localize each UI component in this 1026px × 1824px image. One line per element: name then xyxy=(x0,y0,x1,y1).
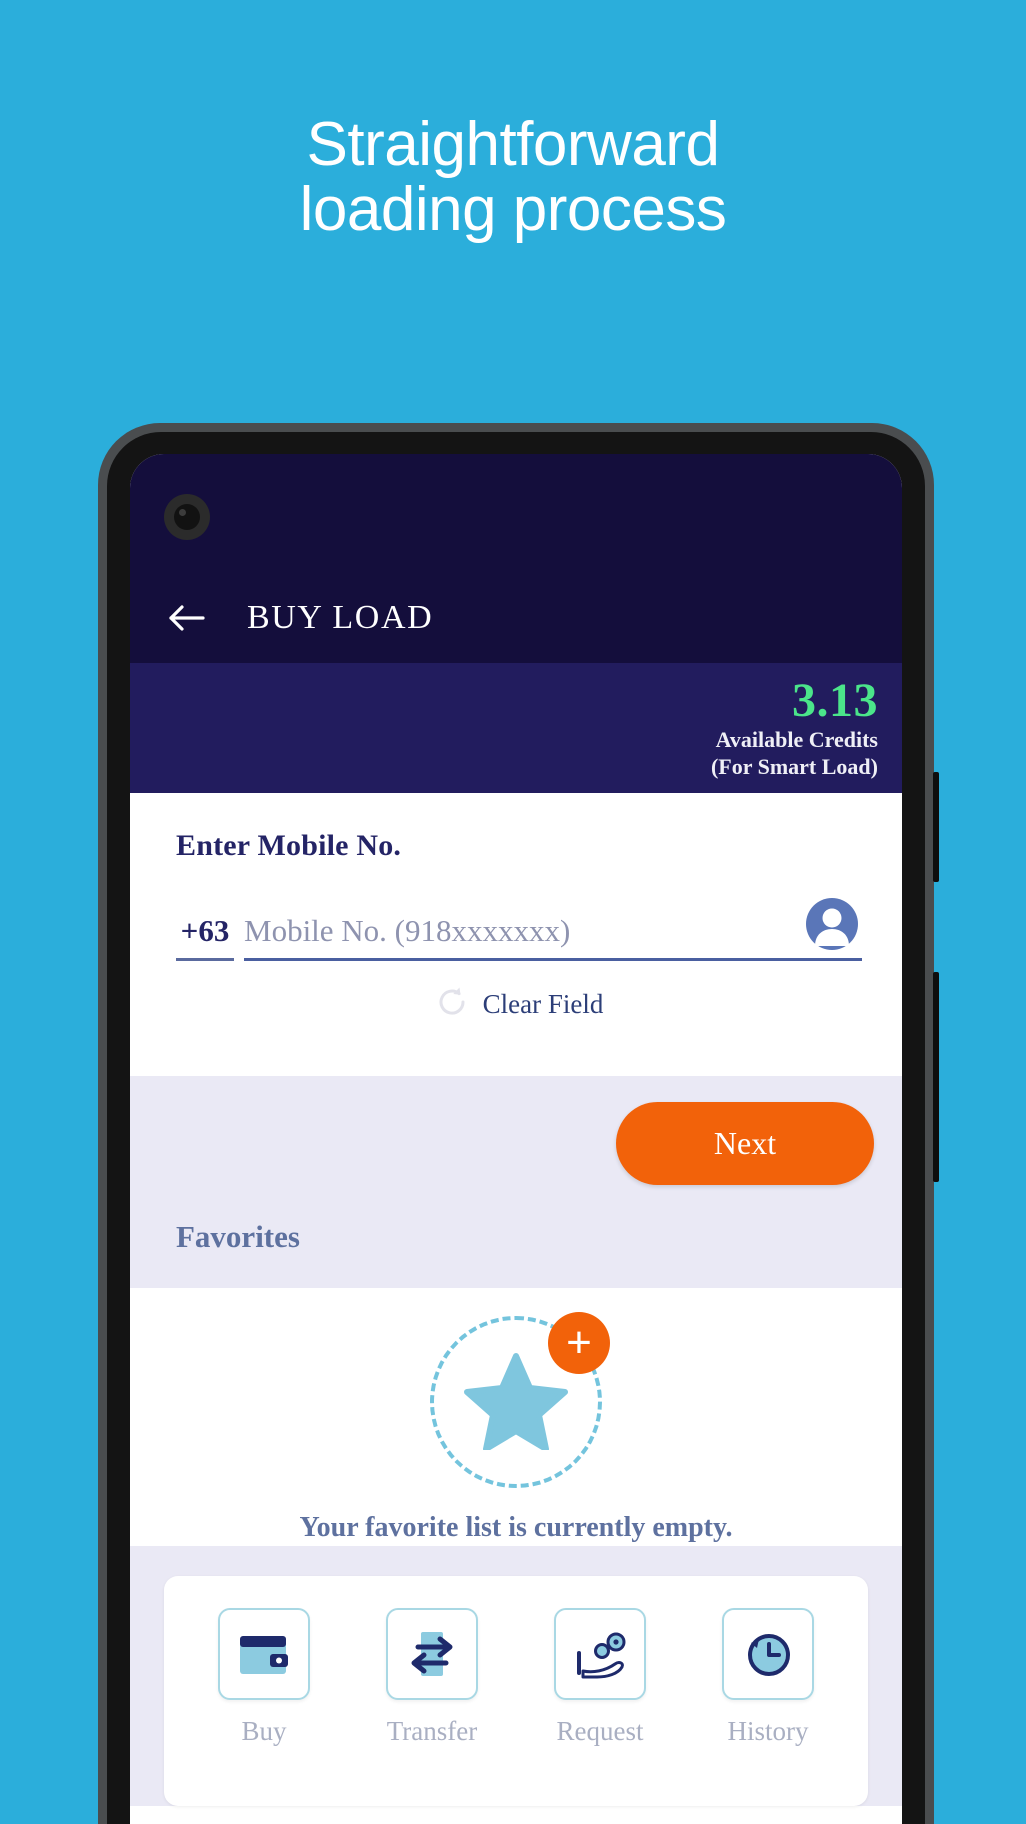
promo-headline-line2: loading process xyxy=(299,175,727,245)
transfer-arrows-icon xyxy=(386,1608,478,1700)
clear-field-label: Clear Field xyxy=(482,988,604,1019)
favorites-placeholder: + xyxy=(430,1312,610,1488)
nav-label-history: History xyxy=(727,1716,809,1746)
favorites-empty-text: Your favorite list is currently empty. xyxy=(299,1512,733,1543)
front-camera-icon xyxy=(164,494,210,540)
promo-headline-line1: Straightforward xyxy=(306,110,720,179)
mobile-number-input[interactable] xyxy=(244,913,862,949)
star-icon xyxy=(464,1350,568,1454)
app-bar: BUY LOAD xyxy=(130,572,902,663)
camera-lens xyxy=(174,504,200,530)
country-code-prefix: +63 xyxy=(176,913,234,961)
status-bar xyxy=(130,454,902,572)
clear-field-button[interactable]: Clear Field xyxy=(176,985,862,1023)
next-button-wrapper: Next xyxy=(176,1102,874,1185)
refresh-icon xyxy=(435,985,469,1023)
favorites-empty-state: + Your favorite list is currently empty. xyxy=(130,1288,902,1546)
promo-headline: Straightforward loading process xyxy=(0,112,1026,242)
wallet-icon xyxy=(218,1608,310,1700)
nav-item-buy[interactable]: Buy xyxy=(205,1608,323,1747)
mobile-entry-title: Enter Mobile No. xyxy=(176,829,402,862)
credits-amount: 3.13 xyxy=(792,674,878,727)
phone-side-button-bottom[interactable] xyxy=(933,972,939,1182)
nav-label-buy: Buy xyxy=(241,1716,287,1746)
nav-label-transfer: Transfer xyxy=(386,1716,478,1746)
back-arrow-icon[interactable] xyxy=(166,598,210,638)
favorites-section-title: Favorites xyxy=(176,1219,300,1254)
action-band: Next Favorites xyxy=(130,1076,902,1288)
next-button[interactable]: Next xyxy=(616,1102,874,1185)
hand-coins-icon xyxy=(554,1608,646,1700)
bottom-nav-card: Buy Transfer Request History xyxy=(164,1576,868,1806)
phone-field-wrapper xyxy=(244,898,862,961)
nav-item-transfer[interactable]: Transfer xyxy=(373,1608,491,1747)
credits-label-line2: (For Smart Load) xyxy=(710,754,878,780)
bottom-nav-area: Buy Transfer Request History xyxy=(130,1546,902,1806)
mobile-entry-card: Enter Mobile No. +63 Mobile No. (918xxxx… xyxy=(130,793,902,1076)
page-title: BUY LOAD xyxy=(247,598,434,636)
credits-label-line1: Available Credits xyxy=(715,726,878,752)
nav-item-history[interactable]: History xyxy=(709,1608,827,1747)
clock-history-icon xyxy=(722,1608,814,1700)
contact-person-icon[interactable] xyxy=(804,896,860,952)
phone-input-row: +63 xyxy=(176,898,862,961)
add-favorite-button[interactable]: + xyxy=(548,1312,610,1374)
nav-label-request: Request xyxy=(556,1716,644,1746)
nav-item-request[interactable]: Request xyxy=(541,1608,659,1747)
credits-banner: 3.13 Available Credits (For Smart Load) xyxy=(130,663,902,793)
phone-side-button-top[interactable] xyxy=(933,772,939,882)
phone-screen: BUY LOAD 3.13 Available Credits (For Sma… xyxy=(130,454,902,1824)
phone-bezel: BUY LOAD 3.13 Available Credits (For Sma… xyxy=(107,432,925,1824)
phone-device-frame: BUY LOAD 3.13 Available Credits (For Sma… xyxy=(98,423,939,1824)
